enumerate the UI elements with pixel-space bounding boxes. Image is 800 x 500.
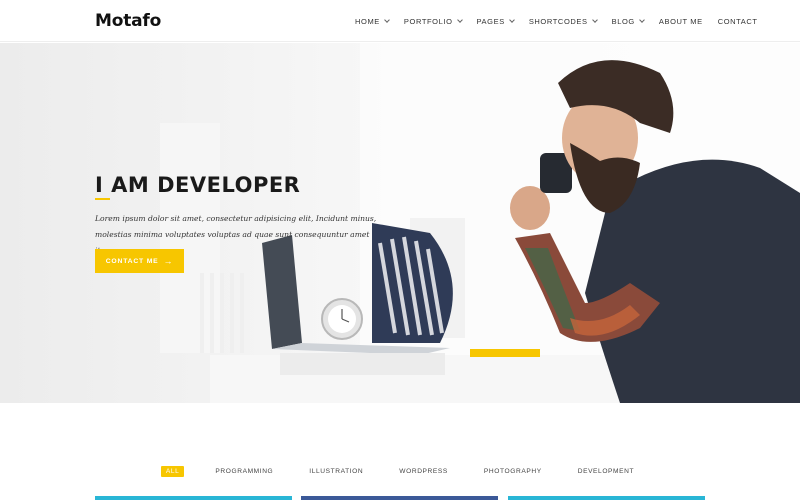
nav-item-blog[interactable]: BLOG [611,16,645,26]
nav-item-label: CONTACT [717,16,758,26]
nav-item-shortcodes[interactable]: SHORTCODES [528,16,598,26]
portfolio-card[interactable] [508,496,705,500]
chevron-down-icon [456,16,463,23]
filter-wordpress[interactable]: WORDPRESS [394,466,453,477]
nav-item-contact[interactable]: CONTACT [718,17,758,26]
nav-item-home[interactable]: HOME [355,16,390,26]
filter-photography[interactable]: PHOTOGRAPHY [479,466,547,477]
arrow-right-icon: → [163,255,174,266]
nav-item-label: PAGES [476,16,505,26]
chevron-down-icon [591,16,598,23]
chevron-down-icon [508,16,515,23]
nav-item-label: BLOG [611,16,635,26]
hero-divider [95,198,110,200]
nav-item-pages[interactable]: PAGES [476,16,515,26]
filter-all[interactable]: ALL [160,465,185,477]
chevron-down-icon [384,16,390,23]
nav-item-about-me[interactable]: ABOUT ME [659,17,703,26]
hero-title: I AM DEVELOPER [95,173,301,197]
hero-section: I AM DEVELOPER Lorem ipsum dolor sit ame… [0,43,800,403]
portfolio-card[interactable] [301,496,498,500]
contact-me-button[interactable]: CONTACT ME → [95,249,184,273]
portfolio-filters: ALL PROGRAMMING ILLUSTRATION WORDPRESS P… [0,463,800,479]
nav-item-label: SHORTCODES [528,16,588,26]
site-header: Motafo HOME PORTFOLIO PAGES SHORTCODES B… [0,0,800,42]
main-nav: HOME PORTFOLIO PAGES SHORTCODES BLOG ABO… [355,0,758,42]
chevron-down-icon [639,16,645,23]
filter-illustration[interactable]: ILLUSTRATION [304,466,368,477]
site-logo[interactable]: Motafo [95,11,161,31]
nav-item-portfolio[interactable]: PORTFOLIO [403,16,463,26]
contact-me-label: CONTACT ME [105,257,159,265]
filter-programming[interactable]: PROGRAMMING [210,466,278,477]
nav-item-label: ABOUT ME [658,16,703,26]
nav-item-label: HOME [355,16,380,26]
portfolio-card[interactable] [95,496,292,500]
nav-item-label: PORTFOLIO [403,16,453,26]
filter-development[interactable]: DEVELOPMENT [573,466,639,477]
